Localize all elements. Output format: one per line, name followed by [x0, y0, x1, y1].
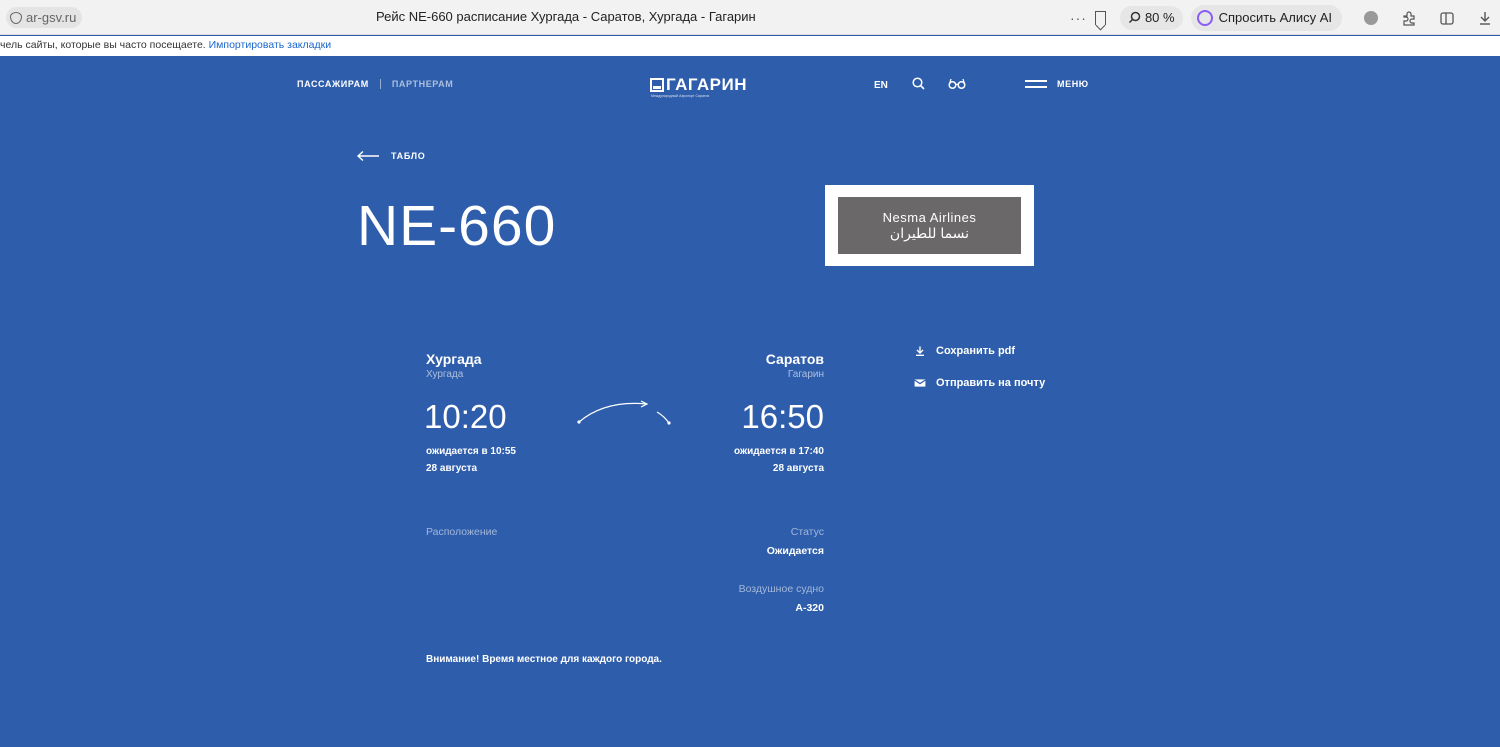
nav-divider	[379, 79, 381, 89]
airline-logo: Nesma Airlines نسما للطيران	[825, 185, 1034, 266]
hamburger-icon	[1025, 80, 1047, 88]
page-title: Рейс NE-660 расписание Хургада - Саратов…	[376, 9, 756, 24]
flight-path-icon	[577, 400, 671, 425]
address-bar[interactable]: ar-gsv.ru	[6, 7, 83, 28]
bookmarks-bar: чель сайты, которые вы часто посещаете. …	[0, 36, 1500, 56]
download-icon[interactable]	[1476, 9, 1494, 27]
zoom-icon	[1128, 11, 1141, 24]
audience-nav: ПАССАЖИРАМ ПАРТНЕРАМ	[297, 79, 453, 89]
aircraft-label: Воздушное судно	[738, 583, 824, 595]
departure-expected: ожидается в 10:55	[426, 446, 516, 457]
location-label: Расположение	[426, 526, 498, 538]
browser-toolbar: ar-gsv.ru Рейс NE-660 расписание Хургада…	[0, 0, 1500, 35]
save-pdf-button[interactable]: Сохранить pdf	[914, 345, 1015, 357]
arrival-expected: ожидается в 17:40	[734, 446, 824, 457]
send-email-label: Отправить на почту	[936, 377, 1046, 389]
url-text: ar-gsv.ru	[26, 10, 77, 25]
status-value: Ожидается	[766, 545, 824, 557]
browser-controls: ··· 80 % Спросить Алису AI	[1070, 4, 1500, 31]
nav-passengers[interactable]: ПАССАЖИРАМ	[297, 79, 369, 89]
menu-label: МЕНЮ	[1057, 79, 1089, 89]
aircraft-value: A-320	[795, 602, 824, 614]
send-email-button[interactable]: Отправить на почту	[914, 377, 1045, 389]
globe-icon[interactable]	[1362, 9, 1380, 27]
alice-icon	[1196, 9, 1213, 26]
save-pdf-label: Сохранить pdf	[936, 345, 1016, 357]
nav-partners[interactable]: ПАРТНЕРАМ	[392, 79, 453, 89]
arrival-time: 16:50	[741, 398, 824, 435]
logo-subtitle: Международный Аэропорт Саратов	[651, 94, 710, 98]
sidebar-icon[interactable]	[1438, 9, 1456, 27]
bookmarks-hint: чель сайты, которые вы часто посещаете.	[0, 39, 206, 51]
accessibility-glasses-icon[interactable]	[948, 77, 966, 90]
site-logo[interactable]: ГАГАРИН Международный Аэропорт Саратов	[650, 75, 747, 98]
bookmark-icon[interactable]	[1094, 10, 1106, 25]
zoom-button[interactable]: 80 %	[1119, 5, 1183, 30]
logo-text: ГАГАРИН	[666, 75, 748, 94]
mail-icon	[914, 379, 926, 387]
departure-city: Хургада	[426, 351, 482, 367]
departure-date: 28 августа	[426, 463, 478, 474]
site-page: ПАССАЖИРАМ ПАРТНЕРАМ ГАГАРИН Международн…	[0, 56, 1500, 747]
extensions-icon[interactable]	[1400, 9, 1418, 27]
more-icon[interactable]: ···	[1070, 10, 1087, 26]
back-label: ТАБЛО	[391, 151, 426, 161]
local-time-notice: Внимание! Время местное для каждого горо…	[426, 654, 662, 665]
arrival-date: 28 августа	[772, 463, 824, 474]
status-label: Статус	[790, 526, 824, 538]
airline-name-ar: نسما للطيران	[889, 224, 970, 241]
alice-label: Спросить Алису AI	[1218, 10, 1332, 25]
departure-airport: Хургада	[426, 369, 464, 380]
arrival-city: Саратов	[765, 351, 824, 367]
shield-icon	[10, 11, 22, 24]
departure-time: 10:20	[424, 398, 507, 435]
alice-button[interactable]: Спросить Алису AI	[1190, 4, 1342, 31]
back-to-board-link[interactable]: ТАБЛО	[357, 151, 426, 161]
flight-number: NE-660	[357, 194, 557, 258]
zoom-level: 80 %	[1144, 10, 1175, 25]
language-switch[interactable]: EN	[874, 80, 888, 91]
airline-name-en: Nesma Airlines	[882, 209, 977, 225]
logo-mark-icon	[650, 78, 664, 92]
import-bookmarks-link[interactable]: Импортировать закладки	[209, 39, 331, 51]
menu-button[interactable]: МЕНЮ	[1025, 79, 1089, 89]
download-icon	[916, 346, 924, 356]
arrow-left-icon	[357, 151, 379, 161]
search-icon[interactable]	[912, 77, 925, 90]
arrival-airport: Гагарин	[787, 369, 824, 380]
